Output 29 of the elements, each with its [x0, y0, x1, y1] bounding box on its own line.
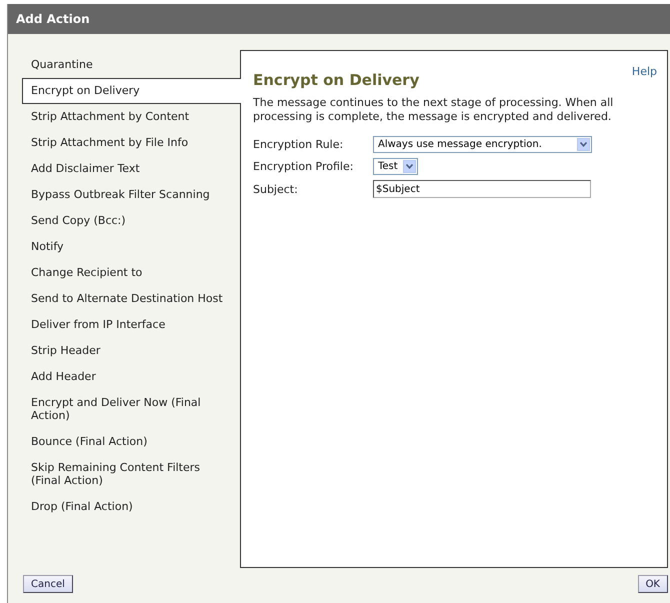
action-list-item[interactable]: Bypass Outbreak Filter Scanning [22, 182, 240, 208]
action-list-item[interactable]: Send to Alternate Destination Host [22, 286, 240, 312]
cancel-button[interactable]: Cancel [23, 575, 73, 593]
action-list-item[interactable]: Encrypt on Delivery [22, 78, 241, 104]
action-list-item[interactable]: Change Recipient to [22, 260, 240, 286]
help-link[interactable]: Help [632, 65, 657, 78]
ok-button[interactable]: OK [638, 575, 668, 593]
field-label: Subject: [253, 182, 299, 196]
action-list-item[interactable]: Strip Attachment by Content [22, 104, 240, 130]
dropdown[interactable]: Always use message encryption. [373, 136, 592, 153]
action-list-item[interactable]: Add Disclaimer Text [22, 156, 240, 182]
action-list-item[interactable]: Quarantine [22, 52, 240, 78]
action-list-item[interactable]: Bounce (Final Action) [22, 429, 240, 455]
action-list-item[interactable]: Strip Header [22, 338, 240, 364]
action-list-item[interactable]: Strip Attachment by File Info [22, 130, 240, 156]
action-list-item[interactable]: Notify [22, 234, 240, 260]
action-list-item[interactable]: Send Copy (Bcc:) [22, 208, 240, 234]
field-label: Encryption Profile: [253, 160, 354, 173]
action-list-item[interactable]: Drop (Final Action) [22, 494, 240, 520]
action-list-item[interactable]: Skip Remaining Content Filters (Final Action) [22, 455, 240, 494]
field-label: Encryption Rule: [253, 138, 344, 151]
description-text: The message continues to the next stage of processing. When all processing is complete, the message is encrypted and delivered. [253, 96, 614, 124]
action-list-item[interactable]: Deliver from IP Interface [22, 312, 240, 338]
panel-heading: Encrypt on Delivery [253, 71, 420, 89]
subject-field[interactable]: $Subject [373, 180, 591, 198]
dropdown[interactable]: Test [373, 158, 418, 175]
dialog-title: Add Action [8, 4, 670, 34]
action-list-item[interactable]: Add Header [22, 364, 240, 390]
action-list-item[interactable]: Encrypt and Deliver Now (Final Action) [22, 390, 240, 429]
